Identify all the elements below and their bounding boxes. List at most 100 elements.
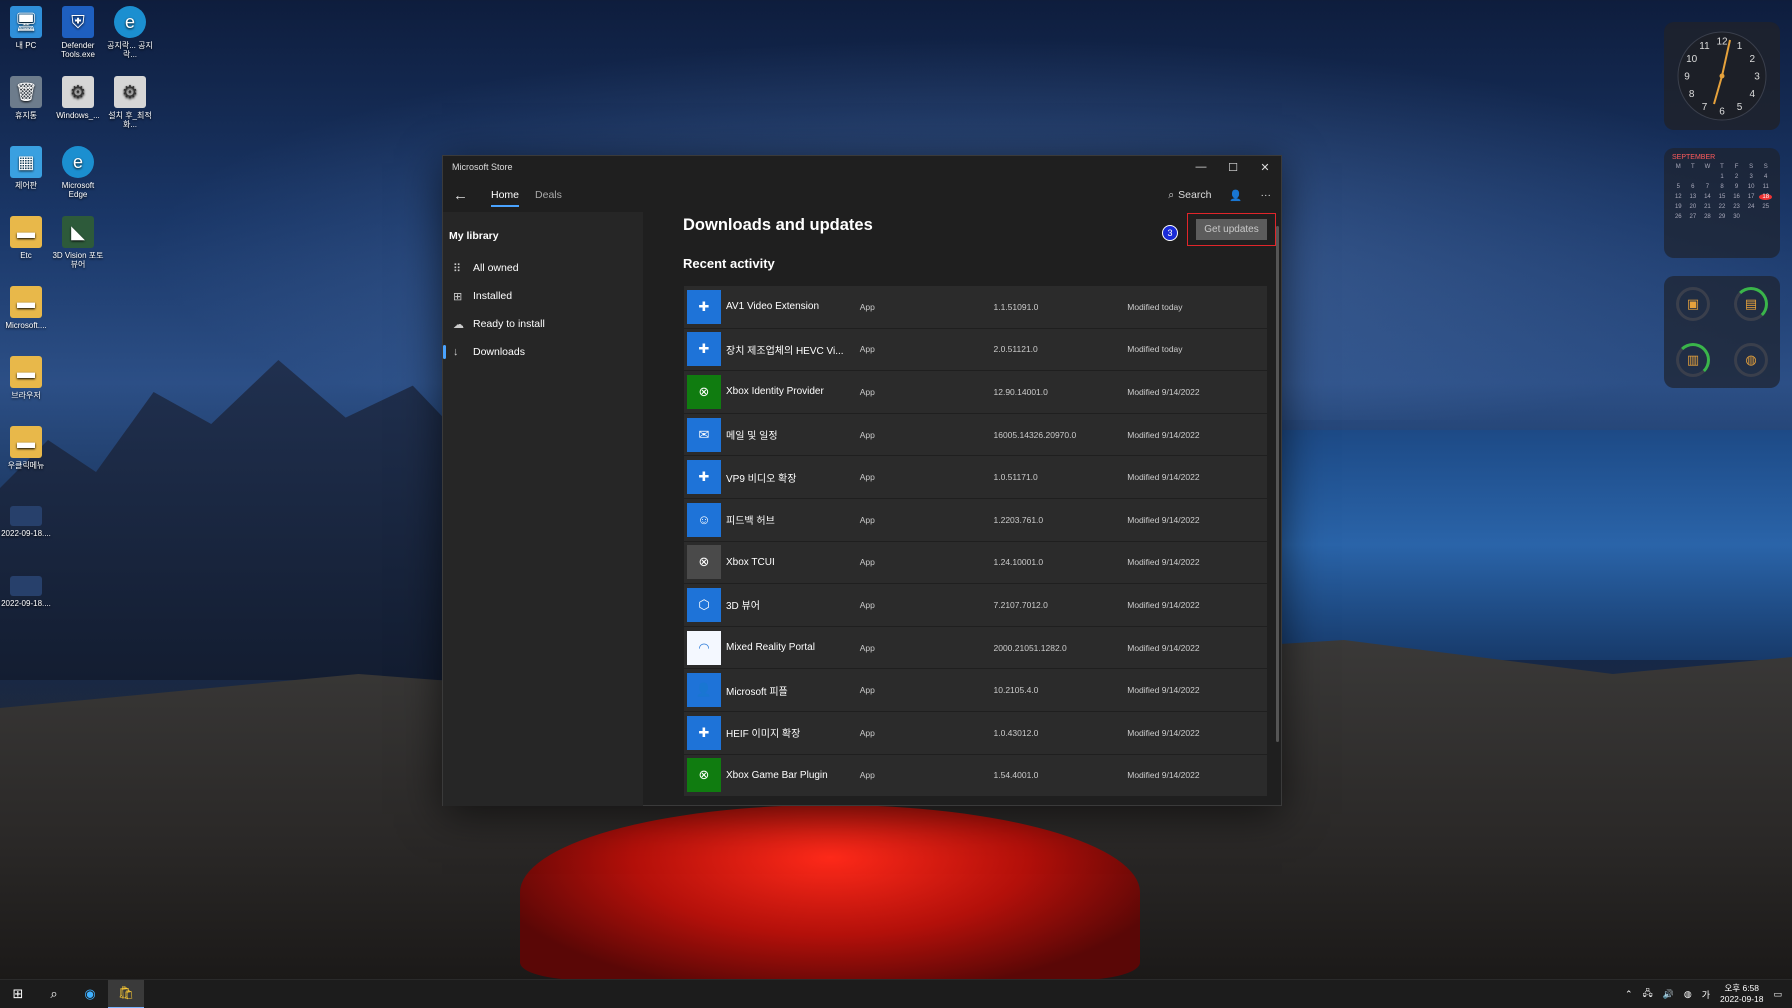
app-version: 1.54.4001.0 [993,770,1039,781]
sidebar-item-all-owned[interactable]: ⠿ All owned [443,254,643,282]
vertical-scrollbar[interactable] [1276,226,1279,742]
store-navbar: ← Home Deals ⌕ Search 👤 ··· [443,178,1281,212]
close-button[interactable]: ✕ [1249,156,1281,178]
calendar-weekday: F [1734,164,1739,170]
app-type: App [859,429,875,440]
desktop-icon-label: 2022-09-18.... [1,529,51,538]
desktop-icon-context-menu-folder[interactable]: ▬ 우클릭메뉴 [0,426,52,470]
store-bag-icon: 🛍 [117,985,135,1000]
activity-row[interactable]: ✚ AV1 Video Extension App 1.1.51091.0 Modifi… [684,286,1267,329]
calendar-day: 8 [1720,184,1724,190]
search-label: Search [1178,189,1212,201]
system-tray: ⌃ 🖧 🔊 ◍ 가 오후 6:58 2022-09-18 ▭ [1625,983,1792,1005]
recent-activity-heading: Recent activity [683,256,775,271]
calendar-day: 16 [1733,194,1740,200]
desktop-icon-edge[interactable]: e Microsoft Edge [52,146,104,199]
account-icon[interactable]: 👤 [1229,189,1242,202]
taskbar-clock[interactable]: 오후 6:58 2022-09-18 [1720,983,1763,1005]
desktop-icon-gongjirak[interactable]: e 공지락... 공지락... [104,6,156,59]
desktop-icon-screenshot-1[interactable]: 2022-09-18.... [0,506,52,538]
desktop-icon-this-pc[interactable]: 🖥 내 PC [0,6,52,50]
app-type: App [859,642,875,653]
desktop-icon-browser-folder[interactable]: ▬ 브라우저 [0,356,52,400]
sidebar-item-downloads[interactable]: ↓ Downloads [443,338,643,366]
back-arrow-icon[interactable]: ← [453,187,475,204]
clock-number: 5 [1737,102,1743,113]
defender-tray-icon[interactable]: ◍ [1684,989,1692,1000]
activity-row[interactable]: ☺ 피드백 허브 App 1.2203.761.0 Modified 9/14/2022 [684,498,1267,542]
activity-row[interactable]: ✚ HEIF 이미지 확장 App 1.0.43012.0 Modified 9/14/… [684,711,1267,755]
desktop-icon-post-install[interactable]: ⚙ 설치 후_최적화... [104,76,156,129]
activity-row[interactable]: ⬡ 3D 뷰어 App 7.2107.7012.0 Modified 9/14/2022 [684,584,1267,627]
window-titlebar[interactable]: Microsoft Store — ☐ ✕ [443,156,1281,178]
app-type: App [859,386,875,397]
ime-icon[interactable]: 가 [1702,988,1710,1001]
calendar-day [1672,174,1685,180]
desktop-icon-control-panel[interactable]: ▦ 제어판 [0,146,52,190]
desktop-icon-recycle-bin[interactable]: 🗑 휴지통 [0,76,52,120]
app-modified: Modified today [1127,344,1183,355]
sidebar-item-ready-to-install[interactable]: ☁ Ready to install [443,310,643,338]
desktop-icon-microsoft-folder[interactable]: ▬ Microsoft.... [0,286,52,330]
cube-icon: ⬡ [687,587,721,622]
calendar-day: 30 [1733,214,1740,220]
taskbar-search-button[interactable]: ⌕ [36,980,72,1008]
desktop-icon-label: Etc [20,251,32,260]
minimize-button[interactable]: — [1185,156,1217,178]
system-monitor-widget: ▣ ▤ ▥ ◍ [1664,276,1780,388]
taskbar-time: 오후 6:58 [1724,983,1760,993]
monitor-icon: 🖥 [10,6,42,38]
tab-deals[interactable]: Deals [535,183,562,207]
notification-icon[interactable]: ▭ [1773,989,1782,1000]
windows-logo-icon: ⊞ [12,986,24,1001]
search-button[interactable]: ⌕ Search [1168,189,1211,202]
grid-icon: ⠿ [453,262,462,275]
start-button[interactable]: ⊞ [0,980,36,1008]
feedback-icon: ☺ [687,502,721,537]
clock-number: 8 [1689,89,1695,100]
desktop-icon-etc-folder[interactable]: ▬ Etc [0,216,52,260]
app-type: App [859,301,875,312]
activity-row[interactable]: ⊗ Xbox Game Bar Plugin App 1.54.4001.0 Modif… [684,754,1267,798]
more-options-icon[interactable]: ··· [1261,189,1272,201]
image-file-icon [10,576,42,596]
tab-home[interactable]: Home [491,183,520,207]
desktop-icon-3d-vision[interactable]: ◣ 3D Vision 포토 뷰어 [52,216,104,269]
activity-row[interactable]: 👤 Microsoft 피플 App 10.2105.4.0 Modified 9/14… [684,669,1267,712]
activity-row[interactable]: ⊗ Xbox Identity Provider App 12.90.14001.0 M… [684,371,1267,414]
desktop-icon-label: 브라우저 [11,391,41,400]
network-icon[interactable]: 🖧 [1643,986,1653,1002]
calendar-day: 11 [1762,184,1769,190]
app-name: Xbox Game Bar Plugin [726,769,828,781]
clock-widget: 12 1 2 3 4 5 6 7 8 9 10 11 [1664,22,1780,130]
taskbar-store-button[interactable]: 🛍 [108,979,144,1008]
app-type: App [859,514,875,525]
desktop-icon-windows[interactable]: ⚙ Windows_... [52,76,104,120]
tray-overflow-chevron-icon[interactable]: ⌃ [1625,989,1633,1000]
activity-row[interactable]: ✚ VP9 비디오 확장 App 1.0.51171.0 Modified 9/14/2… [684,456,1267,499]
app-type: App [859,727,875,738]
nav-actions: ⌕ Search 👤 ··· [1168,189,1271,202]
step-badge: 3 [1162,225,1178,241]
calendar-day: 26 [1674,214,1682,220]
desktop-icon-label: 3D Vision 포토 뷰어 [52,251,104,269]
desktop-icon-defender-tools[interactable]: ⛨ Defender Tools.exe [52,6,104,59]
taskbar-edge-button[interactable]: ◉ [72,980,108,1008]
folder-icon: ▬ [10,286,42,318]
activity-row[interactable]: ◠ Mixed Reality Portal App 2000.21051.1282.… [684,626,1267,670]
calendar-day: 6 [1691,184,1695,190]
app-version: 7.2107.7012.0 [993,599,1048,610]
volume-icon[interactable]: 🔊 [1663,989,1674,1000]
activity-row[interactable]: ⊗ Xbox TCUI App 1.24.10001.0 Modified 9/14/2… [684,541,1267,585]
app-modified: Modified 9/14/2022 [1127,472,1200,483]
desktop-icon-label: 내 PC [15,41,37,50]
sidebar-item-installed[interactable]: ⊞ Installed [443,282,643,310]
maximize-button[interactable]: ☐ [1217,156,1249,178]
calendar-day [1745,214,1758,220]
get-updates-button[interactable]: Get updates [1196,219,1267,240]
folder-icon: ▬ [10,356,42,388]
activity-row[interactable]: ✉ 메일 및 일정 App 16005.14326.20970.0 Modified 9… [684,413,1267,457]
desktop-icon-screenshot-2[interactable]: 2022-09-18.... [0,576,52,608]
folder-icon: ▬ [10,216,42,248]
activity-row[interactable]: ✚ 장치 제조업체의 HEVC Vi... App 2.0.51121.0 Modifi… [684,328,1267,372]
